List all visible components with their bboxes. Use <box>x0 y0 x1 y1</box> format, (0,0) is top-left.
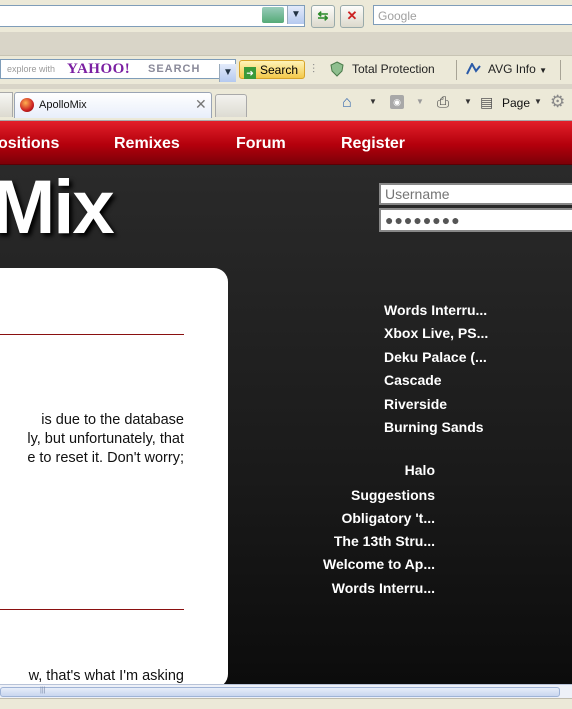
search-arrow-icon: ➜ <box>244 67 256 79</box>
post-body-line: ly, but unfortunately, that <box>27 431 184 447</box>
compatibility-view-icon[interactable] <box>262 7 284 23</box>
page-dropdown-icon[interactable]: ▼ <box>534 97 542 106</box>
close-icon[interactable]: ✕ <box>195 96 207 113</box>
scrollbar-grip-icon: ||| <box>40 687 46 694</box>
divider-line <box>0 609 184 610</box>
total-protection-button[interactable]: Total Protection <box>352 62 435 76</box>
avg-icon <box>466 61 481 75</box>
post-body-line: w, that's what I'm asking <box>28 668 184 684</box>
main-content-panel <box>0 268 228 684</box>
yahoo-explore-label: explore with <box>7 64 56 74</box>
post-body-line: is due to the database <box>41 412 184 428</box>
stop-button[interactable]: ✕ <box>340 5 364 28</box>
tab-title: ApolloMix <box>39 99 87 111</box>
post-body: is due to the database ly, but unfortuna… <box>0 411 184 468</box>
address-field[interactable] <box>0 5 305 27</box>
print-icon[interactable]: ⎙ <box>437 94 449 111</box>
sidebar-link[interactable]: Suggestions <box>235 487 435 503</box>
horizontal-scrollbar[interactable]: ||| <box>0 684 572 699</box>
avg-info-label: AVG Info <box>488 62 536 76</box>
nav-forum[interactable]: Forum <box>236 135 286 153</box>
yahoo-search-button[interactable]: ➜ Search <box>239 60 305 79</box>
shield-icon <box>330 61 344 82</box>
apollomix-favicon-icon <box>20 98 34 112</box>
sidebar-link[interactable]: Words Interru... <box>235 580 435 596</box>
sidebar-link[interactable]: Halo <box>235 462 435 478</box>
gear-icon[interactable]: ⚙ <box>550 92 565 112</box>
password-input[interactable]: ●●●●●●●● <box>379 208 572 232</box>
yahoo-toolbar: explore with YAHOO! SEARCH ▼ ➜ Search ⫶ T… <box>0 55 572 84</box>
sidebar-link[interactable]: Deku Palace (... <box>384 349 487 365</box>
yahoo-search-input[interactable]: explore with YAHOO! SEARCH ▼ <box>0 59 236 82</box>
sidebar-link[interactable]: Cascade <box>384 372 442 388</box>
sidebar-link[interactable]: Burning Sands <box>384 419 484 435</box>
nav-remixes[interactable]: Remixes <box>114 135 180 153</box>
toolbar-divider <box>560 60 561 80</box>
address-dropdown-icon[interactable]: ▼ <box>287 6 304 24</box>
search-input[interactable]: Google <box>373 5 572 25</box>
yahoo-search-button-label: Search <box>260 63 299 77</box>
nav-compositions[interactable]: ositions <box>0 135 59 153</box>
tab-previous[interactable] <box>0 92 13 117</box>
yahoo-search-label: SEARCH <box>148 63 201 75</box>
sidebar-link[interactable]: Riverside <box>384 396 447 412</box>
nav-register[interactable]: Register <box>341 135 405 153</box>
sidebar-link[interactable]: Xbox Live, PS... <box>384 325 488 341</box>
site-logo[interactable]: Mix <box>0 170 115 246</box>
avg-info-button[interactable]: AVG Info ▼ <box>488 62 547 76</box>
scrollbar-thumb[interactable] <box>0 687 560 697</box>
feed-dropdown-icon[interactable]: ▼ <box>416 97 424 106</box>
sidebar-link[interactable]: Welcome to Ap... <box>235 556 435 572</box>
yahoo-logo: YAHOO! <box>67 61 131 77</box>
page-menu-button[interactable]: Page <box>502 96 530 110</box>
tab-apollomix[interactable]: ApolloMix ✕ <box>14 92 212 118</box>
chevron-down-icon: ▼ <box>539 66 548 75</box>
toolbar-grip-icon[interactable]: ⫶ <box>312 62 318 78</box>
refresh-button[interactable]: ⇆ <box>311 5 335 28</box>
home-icon[interactable]: ⌂ <box>342 94 352 112</box>
new-tab-button[interactable] <box>215 94 247 117</box>
username-input[interactable] <box>379 183 572 205</box>
home-dropdown-icon[interactable]: ▼ <box>369 97 377 106</box>
feed-icon[interactable]: ◉ <box>390 95 404 109</box>
sidebar-link[interactable]: Words Interru... <box>384 302 487 318</box>
post-body-line: e to reset it. Don't worry; <box>27 450 184 466</box>
print-dropdown-icon[interactable]: ▼ <box>464 97 472 106</box>
sidebar-link[interactable]: The 13th Stru... <box>235 533 435 549</box>
site-nav-bar: ositions Remixes Forum Register <box>0 121 572 165</box>
sidebar-link[interactable]: Obligatory 't... <box>235 510 435 526</box>
divider-line <box>0 334 184 335</box>
yahoo-dropdown-icon[interactable]: ▼ <box>219 64 236 82</box>
toolbar-divider <box>456 60 457 80</box>
status-bar <box>0 698 572 709</box>
page-icon[interactable]: ▤ <box>480 94 493 111</box>
tab-bar: ApolloMix ✕ ⌂ ▼ ◉ ▼ ⎙ ▼ ▤ Page ▼ ⚙ <box>0 89 572 121</box>
page-viewport: ositions Remixes Forum Register Mix ●●●●… <box>0 121 572 684</box>
